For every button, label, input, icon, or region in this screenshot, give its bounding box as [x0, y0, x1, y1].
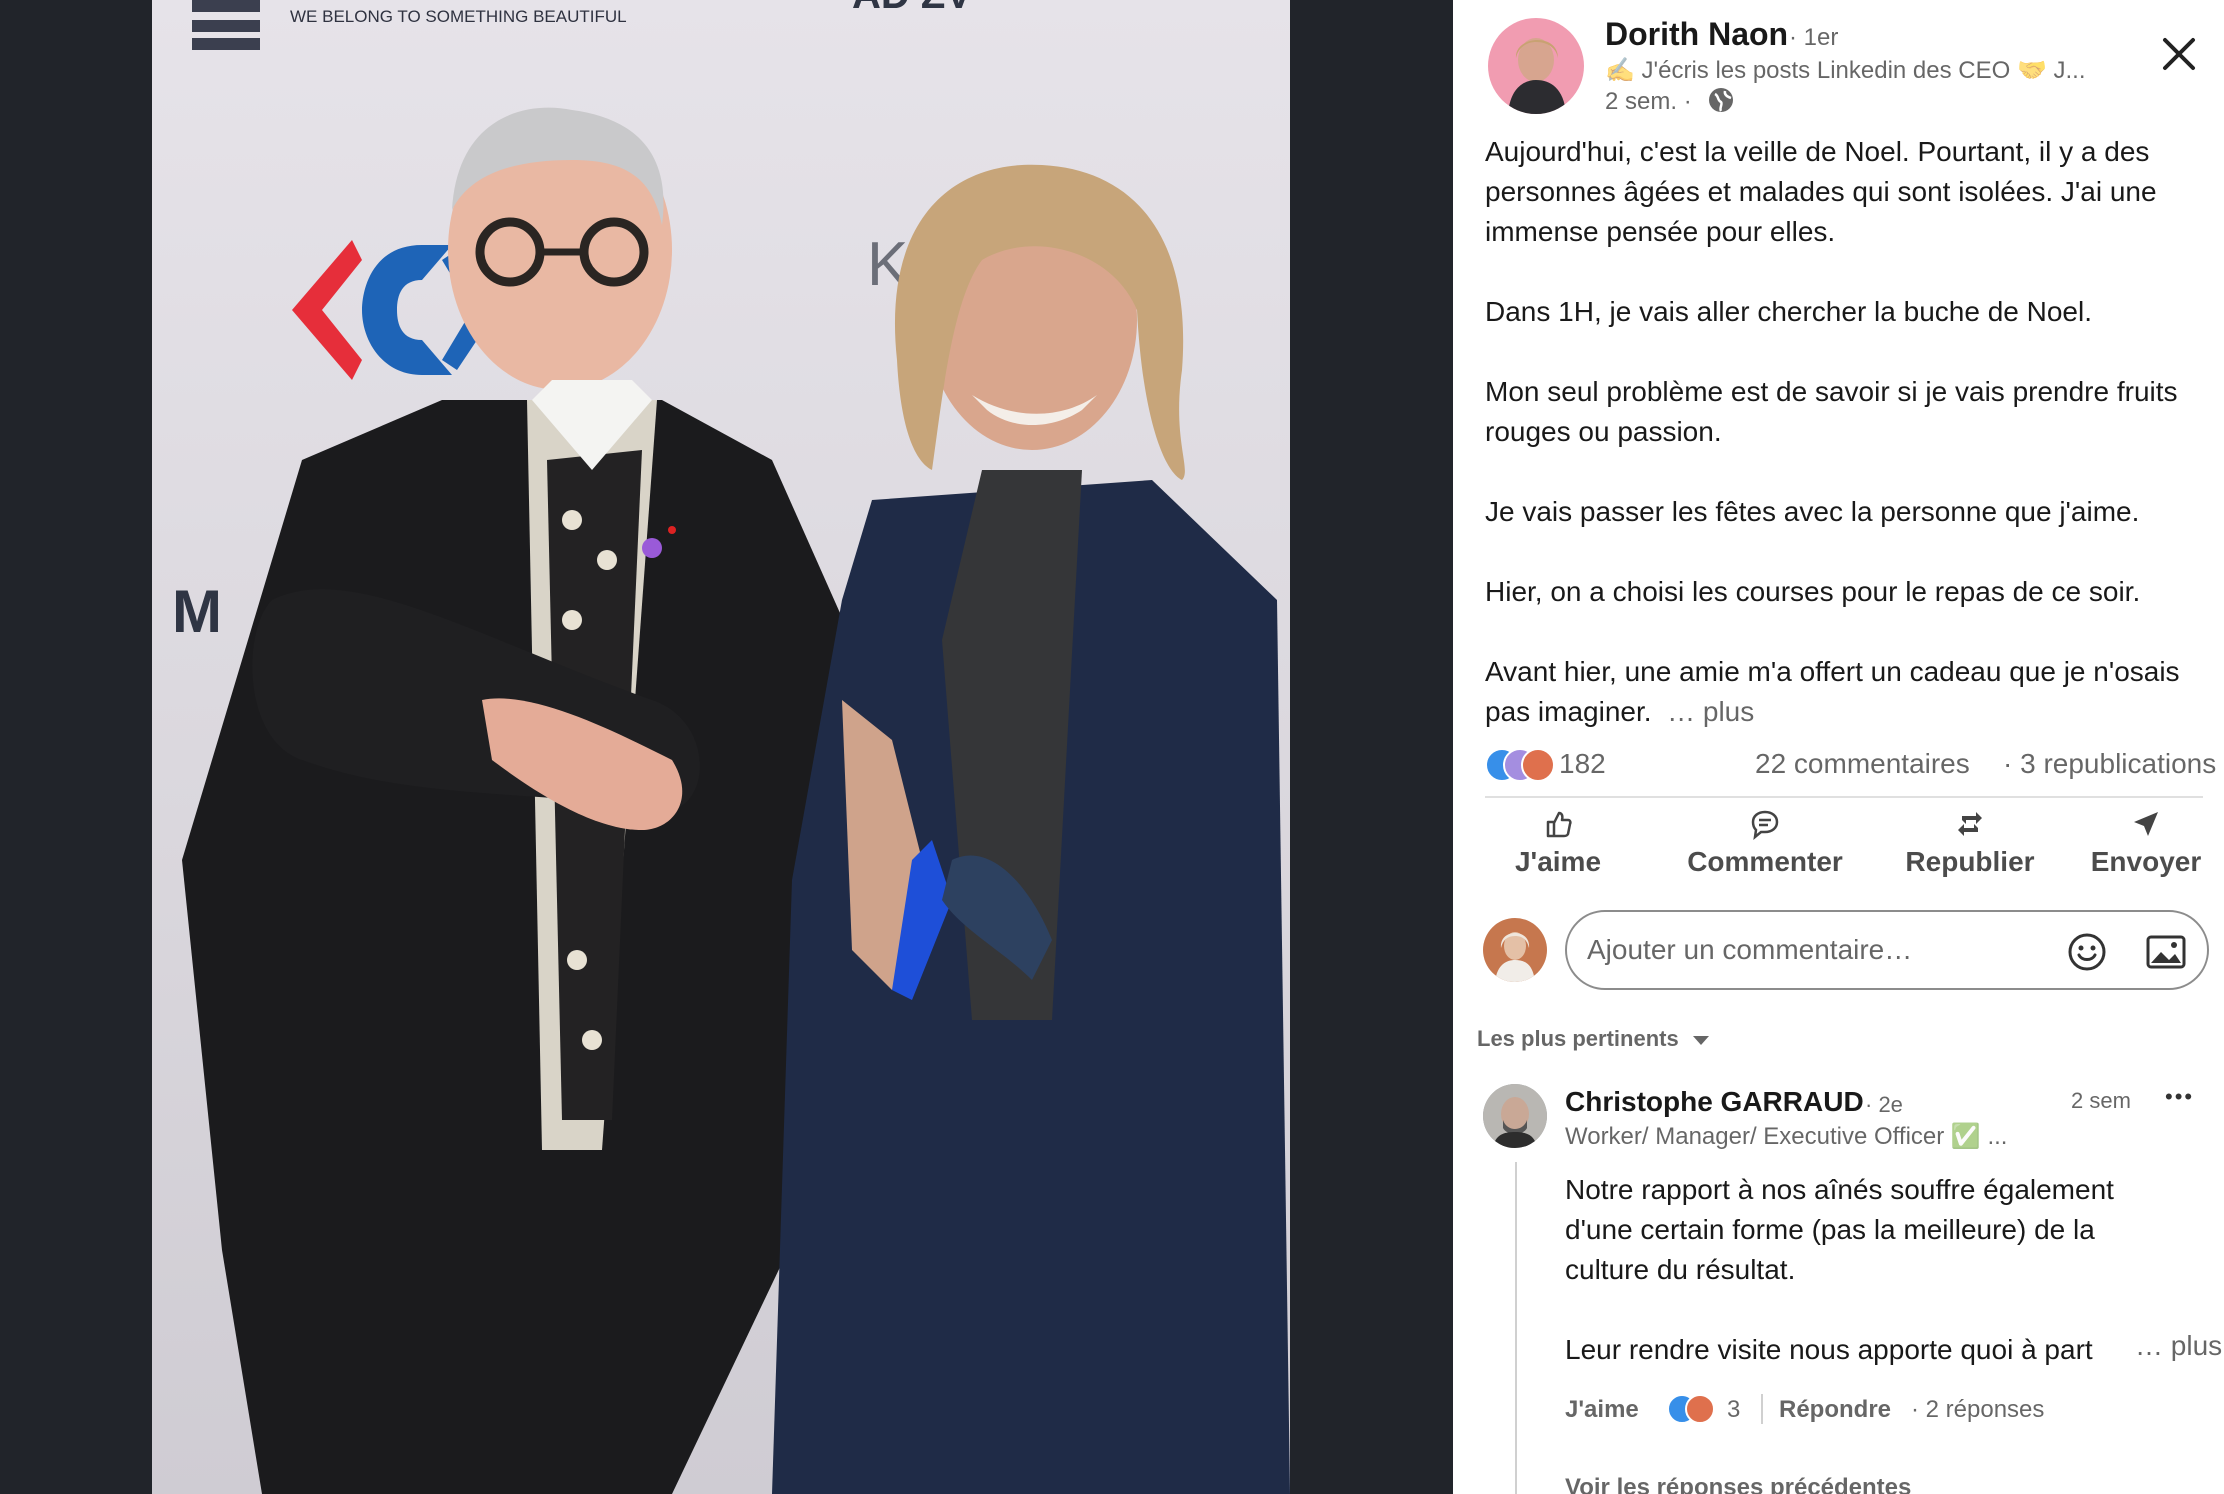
love-reaction-icon: [1685, 1394, 1715, 1424]
repost-label: Republier: [1905, 846, 2035, 877]
repost-icon: [1958, 812, 1982, 836]
post-body-line: pas imaginer.: [1485, 696, 1652, 727]
commenter-name[interactable]: Christophe GARRAUD: [1565, 1086, 1864, 1118]
comment-button[interactable]: Commenter: [1675, 808, 1855, 878]
svg-text:M: M: [172, 578, 222, 645]
post-body-line: Dans 1H, je vais aller chercher la buche…: [1485, 296, 2092, 327]
photo-illustration: WE BELONG TO SOMETHING BEAUTIFUL K NG M …: [172, 0, 1290, 1494]
comment-input-placeholder: Ajouter un commentaire…: [1587, 934, 1913, 965]
post-body-line: Avant hier, une amie m'a offert un cadea…: [1485, 656, 2180, 687]
image-icon[interactable]: [2145, 932, 2187, 972]
send-label: Envoyer: [2090, 846, 2202, 877]
commenter-headline: Worker/ Manager/ Executive Officer ✅ ...: [1565, 1123, 2008, 1150]
post-body-line: Aujourd'hui, c'est la veille de Noel. Po…: [1485, 136, 2150, 167]
post-body-line: Je vais passer les fêtes avec la personn…: [1485, 496, 2140, 527]
like-label: J'aime: [1514, 846, 1602, 877]
commenter-photo-icon: [1483, 1084, 1547, 1148]
svg-text:AD ZV: AD ZV: [852, 0, 972, 17]
replies-count[interactable]: · 2 réponses: [1911, 1396, 2044, 1424]
divider: [1761, 1394, 1763, 1424]
comment-body-line: d'une certain forme (pas la meilleure) d…: [1565, 1214, 2095, 1245]
comment-icon: [1751, 810, 1779, 840]
current-user-avatar: [1483, 918, 1547, 982]
commenter-avatar[interactable]: [1483, 1084, 1547, 1148]
post-body-line: Mon seul problème est de savoir si je va…: [1485, 376, 2178, 407]
reposts-count[interactable]: · 3 republications: [2003, 748, 2216, 780]
sort-label: Les plus pertinents: [1477, 1026, 1679, 1051]
post-photo[interactable]: WE BELONG TO SOMETHING BEAUTIFUL K NG M …: [152, 0, 1290, 1494]
author-avatar[interactable]: [1488, 18, 1584, 114]
reactions-count[interactable]: 182: [1559, 748, 1606, 780]
send-icon: [2134, 812, 2158, 836]
comment-options-icon[interactable]: •••: [2165, 1084, 2194, 1110]
close-icon[interactable]: [2161, 36, 2197, 72]
post-body-line: Hier, on a choisi les courses pour le re…: [1485, 576, 2141, 607]
post-body: Aujourd'hui, c'est la veille de Noel. Po…: [1485, 132, 2180, 732]
sort-dropdown[interactable]: Les plus pertinents: [1477, 1026, 1711, 1052]
emoji-icon[interactable]: [2067, 932, 2107, 972]
post-more-link[interactable]: … plus: [1667, 696, 1754, 727]
divider: [1485, 796, 2203, 798]
comment-more-link[interactable]: … plus: [2129, 1330, 2223, 1362]
author-name[interactable]: Dorith Naon: [1605, 16, 1788, 53]
post-body-line: rouges ou passion.: [1485, 416, 1722, 447]
thumbs-up-icon: [1546, 811, 1572, 838]
author-headline: ✍️ J'écris les posts Linkedin des CEO 🤝 …: [1605, 57, 2086, 84]
comment-label: Commenter: [1687, 846, 1843, 877]
post-body-line: immense pensée pour elles.: [1485, 216, 1836, 247]
user-photo-icon: [1495, 932, 1535, 982]
repost-button[interactable]: Republier: [1885, 808, 2055, 878]
previous-replies-link[interactable]: Voir les réponses précédentes: [1565, 1474, 1911, 1494]
comment-like-button[interactable]: J'aime: [1565, 1396, 1639, 1424]
post-body-line: personnes âgées et malades qui sont isol…: [1485, 176, 2157, 207]
comment-body-line: culture du résultat.: [1565, 1254, 1796, 1285]
comment-body-line: Leur rendre visite nous apporte quoi à p…: [1565, 1334, 2093, 1365]
commenter-degree: · 2e: [1865, 1092, 1903, 1117]
comments-count[interactable]: 22 commentaires: [1755, 748, 1970, 780]
comment-time: 2 sem: [2071, 1088, 2131, 1113]
like-button[interactable]: J'aime: [1473, 808, 1643, 878]
comment-reaction-count[interactable]: 3: [1727, 1396, 1740, 1424]
comment-input[interactable]: Ajouter un commentaire…: [1565, 910, 2209, 990]
comment-body: Notre rapport à nos aînés souffre égalem…: [1565, 1170, 2114, 1370]
love-reaction-icon: [1521, 748, 1555, 782]
caret-down-icon: [1692, 1036, 1709, 1046]
backdrop-tagline: WE BELONG TO SOMETHING BEAUTIFUL: [290, 7, 627, 26]
author-degree: · 1er: [1789, 24, 1839, 51]
post-detail-panel: Dorith Naon · 1er ✍️ J'écris les posts L…: [1453, 0, 2224, 1494]
post-time: 2 sem. ·: [1605, 88, 1692, 115]
comment-body-line: Notre rapport à nos aînés souffre égalem…: [1565, 1174, 2114, 1205]
author-photo-icon: [1508, 38, 1566, 114]
comment-thread-line: [1515, 1162, 1517, 1494]
globe-icon: [1709, 88, 1733, 112]
reply-button[interactable]: Répondre: [1779, 1396, 1891, 1424]
send-button[interactable]: Envoyer: [2068, 808, 2224, 878]
